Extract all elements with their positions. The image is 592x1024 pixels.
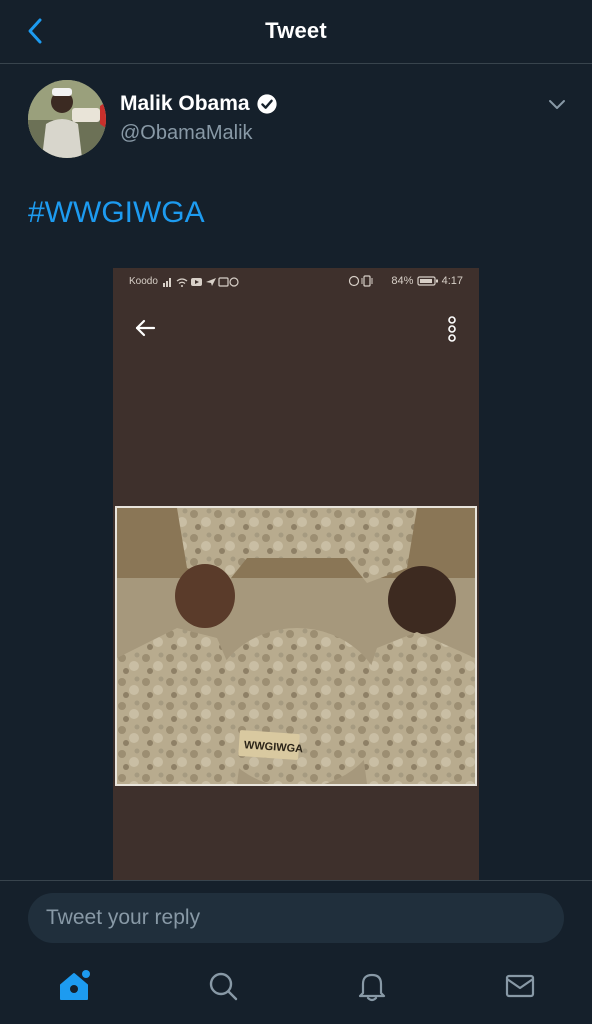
- status-icons: [163, 277, 239, 287]
- reply-input[interactable]: [28, 893, 564, 943]
- reply-bar: [0, 880, 592, 952]
- tab-messages[interactable]: [502, 968, 538, 1004]
- soldiers-illustration: WWGIWGA: [117, 508, 475, 784]
- bell-icon: [358, 973, 386, 1002]
- author-name[interactable]: Malik Obama: [120, 92, 250, 116]
- soldiers-photo: WWGIWGA: [115, 506, 477, 786]
- author-handle[interactable]: @ObamaMalik: [120, 122, 253, 145]
- carrier-label: Koodo: [129, 276, 158, 287]
- tweet-media[interactable]: Koodo 84% 4:17 WWGIWGA: [113, 268, 479, 880]
- embedded-status-bar: Koodo 84% 4:17: [113, 274, 479, 290]
- alarm-vibrate-icons: [349, 275, 373, 287]
- tab-home[interactable]: [56, 968, 92, 1004]
- chevron-down-icon[interactable]: [546, 94, 568, 116]
- status-right: 84% 4:17: [348, 275, 463, 287]
- tweet-header: Malik Obama @ObamaMalik: [28, 80, 572, 160]
- battery-percent: 84%: [391, 275, 414, 287]
- avatar-image: [28, 80, 106, 158]
- tab-search[interactable]: [205, 968, 241, 1004]
- verified-badge-icon: [256, 94, 277, 114]
- page-title: Tweet: [265, 18, 327, 43]
- tab-notifications[interactable]: [354, 968, 390, 1004]
- mail-icon: [505, 974, 535, 998]
- arrow-left-icon: [135, 319, 156, 337]
- avatar[interactable]: [28, 80, 106, 158]
- battery-icon: [416, 276, 438, 286]
- clock-time: 4:17: [441, 275, 463, 287]
- search-icon: [209, 972, 238, 1001]
- tweet-hashtag-link[interactable]: #WWGIWGA: [28, 196, 205, 230]
- more-vertical-icon: [448, 316, 456, 342]
- home-icon: [60, 970, 90, 1000]
- bottom-tab-bar: [0, 952, 592, 1024]
- top-nav-bar: Tweet: [0, 0, 592, 64]
